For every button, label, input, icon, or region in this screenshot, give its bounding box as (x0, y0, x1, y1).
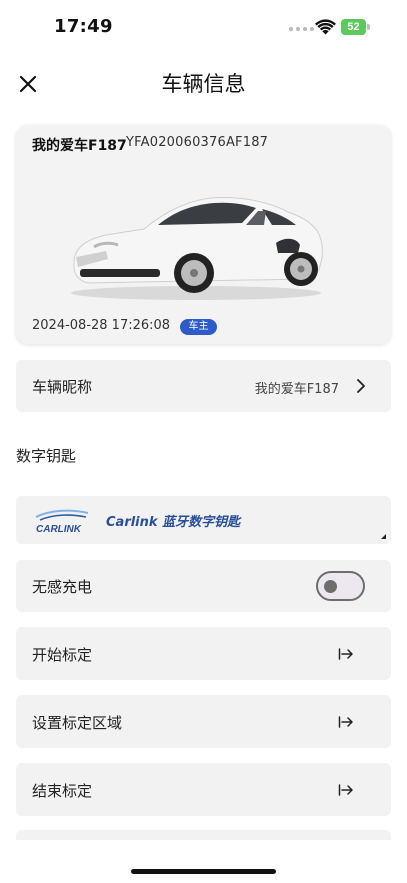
chevron-right-icon (357, 379, 365, 393)
cellular-signal-icon (289, 27, 314, 31)
digital-key-title: Carlink 蓝牙数字钥匙 (106, 515, 241, 530)
wireless-charging-label: 无感充电 (32, 578, 93, 596)
set-calibration-area-label: 设置标定区域 (32, 714, 123, 732)
page-title: 车辆信息 (161, 72, 246, 96)
wireless-charging-row: 无感充电 (16, 560, 391, 612)
enter-arrow-icon (338, 784, 353, 796)
owner-badge: 车主 (180, 319, 217, 335)
vehicle-nickname-label: 车辆昵称 (32, 378, 93, 396)
expand-corner-icon (381, 534, 386, 539)
car-card[interactable]: 我的爱车F187 YFA020060376AF187 2024-08-28 17… (16, 125, 391, 344)
car-name: 我的爱车F187 (32, 138, 127, 154)
car-vin: YFA020060376AF187 (126, 135, 269, 150)
carlink-logo-text: CARLINK (36, 524, 82, 534)
wifi-icon (315, 19, 336, 35)
battery-level: 52 (347, 21, 360, 33)
next-row-partial (16, 830, 391, 840)
car-timestamp: 2024-08-28 17:26:08 (32, 318, 171, 333)
enter-arrow-icon (338, 716, 353, 728)
start-calibration-label: 开始标定 (32, 646, 93, 664)
wireless-charging-toggle[interactable] (316, 571, 365, 601)
digital-key-section-title: 数字钥匙 (16, 447, 77, 465)
start-calibration-row[interactable]: 开始标定 (16, 627, 391, 680)
battery-nub (367, 24, 370, 30)
carlink-logo: CARLINK (35, 509, 89, 534)
toggle-knob (324, 580, 337, 593)
enter-arrow-icon (338, 648, 353, 660)
end-calibration-label: 结束标定 (32, 782, 93, 800)
car-image (71, 197, 323, 300)
set-calibration-area-row[interactable]: 设置标定区域 (16, 695, 391, 748)
status-time: 17:49 (54, 16, 113, 37)
digital-key-card[interactable]: CARLINK Carlink 蓝牙数字钥匙 (16, 496, 391, 544)
end-calibration-row[interactable]: 结束标定 (16, 763, 391, 816)
status-bar: 17:49 52 (0, 0, 407, 54)
battery-icon: 52 (341, 19, 366, 35)
vehicle-nickname-row[interactable]: 车辆昵称 我的爱车F187 (16, 360, 391, 412)
home-indicator (131, 869, 276, 874)
vehicle-nickname-value: 我的爱车F187 (254, 382, 339, 397)
